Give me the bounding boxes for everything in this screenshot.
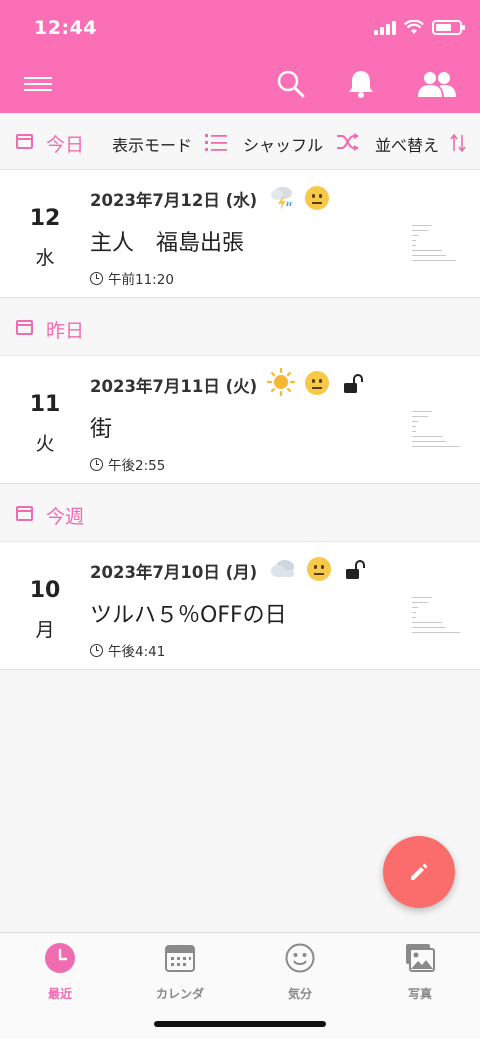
entry-thumbnail	[410, 222, 468, 270]
section-header-yesterday: 昨日	[0, 299, 480, 355]
section-header-this-week: 今週	[0, 485, 480, 541]
entry-time: 午後4:41	[90, 640, 165, 660]
status-icons	[374, 20, 465, 35]
entry-title: 主人 福島出張	[90, 231, 245, 256]
sort-button[interactable]: 並べ替え	[375, 132, 439, 156]
diary-entry[interactable]: 11 火 2023年7月11日 (火) 街 午後2:55	[0, 355, 480, 484]
entry-date: 2023年7月10日 (月)	[90, 563, 258, 582]
entry-time: 午後2:55	[90, 454, 165, 474]
entry-weekday: 火	[35, 433, 55, 455]
clock-icon	[90, 643, 103, 657]
signal-icon	[374, 20, 396, 35]
entry-day-number: 11	[29, 392, 61, 417]
list-icon[interactable]	[205, 133, 227, 151]
display-mode-button[interactable]: 表示モード	[112, 132, 192, 156]
calendar-icon	[165, 945, 195, 972]
thunder-rain-icon	[271, 187, 292, 210]
entry-day-number: 12	[29, 206, 61, 231]
status-time: 12:44	[34, 17, 97, 39]
shared-users-button[interactable]	[415, 64, 459, 104]
entry-weekday: 月	[35, 619, 55, 641]
nav-item-photos[interactable]: 写真	[360, 941, 480, 1011]
wifi-icon	[404, 20, 424, 34]
entry-time: 午前11:20	[90, 268, 174, 288]
menu-button[interactable]	[22, 64, 54, 104]
calendar-icon	[16, 134, 33, 149]
clock-icon	[45, 943, 75, 973]
sun-icon	[267, 368, 295, 396]
sort-icon[interactable]	[450, 134, 466, 152]
nav-label: 気分	[287, 987, 312, 1001]
diary-entry[interactable]: 10 月 2023年7月10日 (月) ツルハ５％OFFの日 午後4:41	[0, 541, 480, 670]
nav-label: カレンダ	[155, 987, 204, 1001]
home-indicator	[154, 1021, 326, 1027]
search-icon	[277, 70, 305, 98]
battery-icon	[432, 20, 465, 35]
entry-day-number: 10	[29, 578, 61, 603]
calendar-icon	[16, 320, 33, 335]
entry-weekday: 水	[35, 247, 55, 269]
shuffle-icon[interactable]	[336, 132, 360, 152]
people-icon	[418, 72, 456, 97]
nav-label: 写真	[407, 987, 432, 1001]
bell-icon	[349, 71, 373, 98]
entry-thumbnail	[410, 594, 468, 642]
smiley-icon	[285, 943, 315, 973]
neutral-face-icon	[307, 557, 331, 581]
unlocked-icon	[344, 374, 363, 393]
nav-label: 最近	[47, 987, 72, 1001]
calendar-icon	[16, 506, 33, 521]
entry-title: ツルハ５％OFFの日	[90, 603, 287, 628]
neutral-face-icon	[305, 371, 329, 395]
entry-time-text: 午後4:41	[108, 644, 166, 660]
neutral-face-icon	[305, 186, 329, 210]
diary-entry[interactable]: 12 水 2023年7月12日 (水) 主人 福島出張 午前11:20	[0, 169, 480, 298]
unlocked-icon	[346, 560, 365, 579]
cloud-icon	[271, 560, 294, 577]
toolbar-row: 今日 表示モード シャッフル 並べ替え	[0, 113, 480, 169]
nav-item-recent[interactable]: 最近	[0, 941, 120, 1011]
search-button[interactable]	[273, 64, 309, 104]
entry-date: 2023年7月11日 (火)	[90, 377, 258, 396]
entry-title: 街	[90, 417, 113, 442]
pencil-icon	[411, 863, 428, 880]
shuffle-button[interactable]: シャッフル	[243, 132, 323, 156]
app-bar: 12:44	[0, 0, 480, 113]
entry-thumbnail	[410, 408, 468, 456]
entry-time-text: 午前11:20	[108, 272, 174, 288]
new-entry-button[interactable]	[383, 836, 455, 908]
today-button[interactable]: 今日	[46, 130, 84, 157]
notifications-button[interactable]	[343, 64, 379, 104]
clock-icon	[90, 457, 103, 471]
entry-date: 2023年7月12日 (水)	[90, 191, 258, 210]
section-title: 今週	[46, 506, 85, 528]
photos-icon	[406, 944, 435, 972]
nav-item-mood[interactable]: 気分	[240, 941, 360, 1011]
entry-time-text: 午後2:55	[108, 458, 166, 474]
section-title: 昨日	[46, 320, 85, 342]
clock-icon	[90, 271, 103, 285]
nav-item-calendar[interactable]: カレンダ	[120, 941, 240, 1011]
